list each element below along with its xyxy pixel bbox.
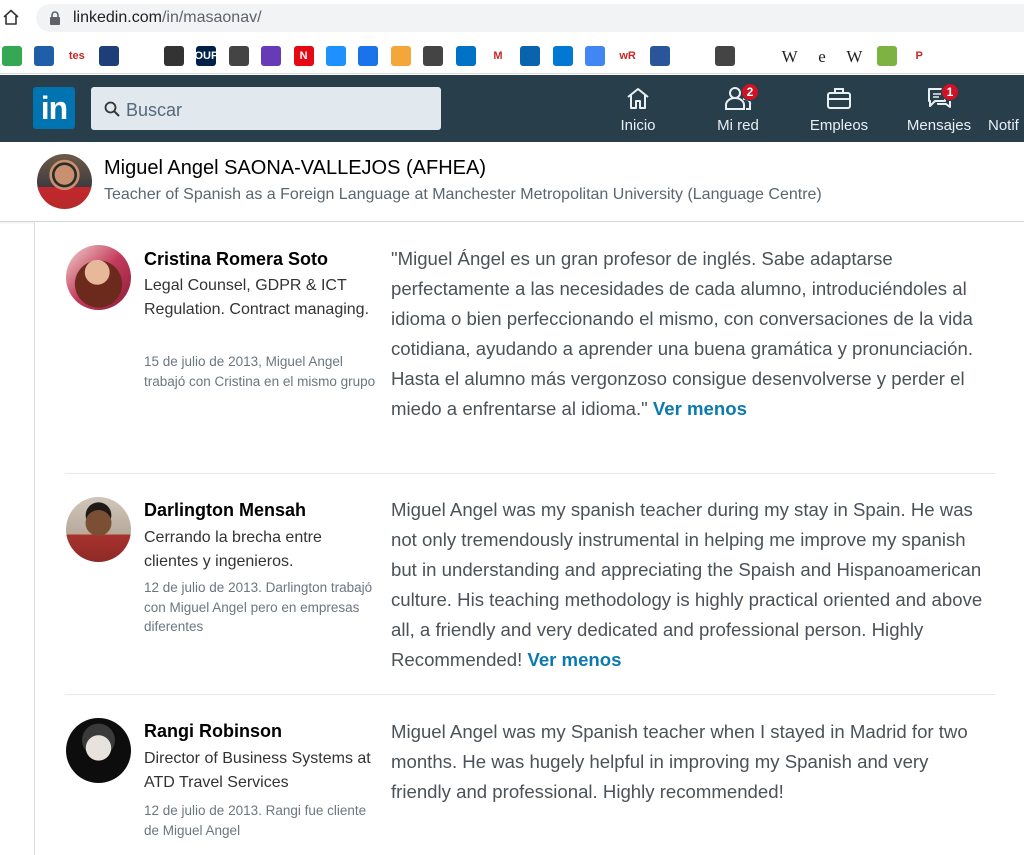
bookmark-wiki-e-icon[interactable]: e — [812, 46, 832, 66]
bookmark-netflix-icon[interactable]: N — [293, 46, 314, 66]
bookmark-outlook-3-icon[interactable] — [552, 46, 573, 66]
home-icon[interactable] — [2, 8, 20, 26]
nav-item-network[interactable]: Mi red — [708, 85, 768, 137]
bookmark-globe-2-icon[interactable] — [228, 46, 249, 66]
browser-address-bar: linkedin.com/in/masaonav/ — [0, 0, 1024, 36]
network-badge: 2 — [741, 83, 759, 101]
search-placeholder: Buscar — [126, 100, 183, 120]
recommender-headline: Legal Counsel, GDPR & ICT Regulation. Co… — [144, 277, 370, 318]
notifications-icon — [992, 85, 1020, 111]
bookmark-oup-icon[interactable]: OUP — [196, 46, 217, 66]
recommendation-text: Miguel Angel was my spanish teacher duri… — [391, 495, 991, 675]
recommendation-meta: 12 de julio de 2013. Rangi fue cliente d… — [144, 803, 367, 838]
url-path: /in/masaonav/ — [161, 9, 262, 26]
bookmark-outlook-2-icon[interactable] — [520, 46, 541, 66]
briefcase-icon — [827, 88, 851, 109]
nav-label-jobs: Empleos — [809, 117, 869, 134]
recommendation-body: Miguel Angel was my spanish teacher duri… — [391, 499, 983, 670]
nav-item-jobs[interactable]: Empleos — [808, 85, 870, 137]
bookmark-pinterest-icon[interactable]: P — [909, 46, 930, 66]
nav-label-network: Mi red — [717, 117, 759, 134]
nav-item-messages[interactable]: Mensajes — [904, 85, 974, 137]
profile-name[interactable]: Miguel Angel SAONA-VALLEJOS (AFHEA) — [104, 157, 486, 180]
recommender-name[interactable]: Rangi Robinson — [144, 721, 282, 742]
bookmark-linguee-icon[interactable] — [714, 46, 735, 66]
linkedin-logo-icon[interactable]: in — [33, 87, 75, 129]
recommendation-meta: 15 de julio de 2013, Miguel Angel trabaj… — [144, 354, 376, 389]
divider — [65, 473, 995, 474]
see-less-link[interactable]: Ver menos — [653, 398, 747, 419]
recommender-name[interactable]: Darlington Mensah — [144, 500, 306, 521]
recommendation-text: Miguel Angel was my Spanish teacher when… — [391, 717, 991, 807]
lock-icon[interactable] — [49, 11, 61, 25]
avatar[interactable] — [66, 718, 131, 783]
nav-item-home[interactable]: Inicio — [608, 85, 668, 137]
home-icon — [627, 88, 649, 109]
bookmark-dropbox-icon[interactable] — [326, 46, 346, 66]
bookmark-crest-icon[interactable] — [747, 46, 768, 66]
bookmark-dict-icon[interactable] — [34, 46, 55, 66]
recommendation-meta: 12 de julio de 2013. Darlington trabajó … — [144, 580, 373, 634]
bookmark-diamond-icon[interactable] — [358, 46, 379, 66]
avatar[interactable] — [66, 245, 131, 310]
bookmark-gmail-icon[interactable]: M — [488, 46, 508, 66]
url-text[interactable]: linkedin.com/in/masaonav/ — [73, 9, 262, 27]
recommender-headline: Director of Business Systems at ATD Trav… — [144, 750, 371, 791]
messages-badge: 1 — [941, 83, 959, 101]
bookmark-red-arrows-icon[interactable] — [131, 46, 152, 66]
search-icon — [104, 101, 120, 117]
bookmarks-bar: tes OUP N MwR We W P — [0, 38, 1024, 74]
recommendation-body: Miguel Angel was my Spanish teacher when… — [391, 721, 968, 802]
profile-avatar[interactable] — [37, 154, 92, 209]
bookmark-ball-icon[interactable] — [390, 46, 411, 66]
recommender-name[interactable]: Cristina Romera Soto — [144, 249, 328, 270]
see-less-link[interactable]: Ver menos — [527, 649, 621, 670]
bookmark-translate-icon[interactable] — [585, 46, 606, 66]
nav-item-notifications[interactable]: Notif — [988, 85, 1024, 137]
bookmark-outlook-icon[interactable] — [455, 46, 476, 66]
bookmark-wordreference-icon[interactable]: wR — [617, 46, 638, 66]
profile-sticky-header — [0, 142, 1024, 222]
recommender-headline: Cerrando la brecha entre clientes y inge… — [144, 529, 322, 570]
bookmark-globe-icon[interactable] — [164, 46, 184, 66]
bookmark-frog-icon[interactable] — [876, 46, 897, 66]
divider — [65, 694, 995, 695]
bookmark-docs-icon[interactable] — [650, 46, 670, 66]
bookmark-atom-icon[interactable] — [423, 46, 444, 66]
bookmark-brand-icon[interactable] — [682, 46, 703, 66]
bookmark-wiki-w-icon[interactable]: W — [780, 46, 800, 66]
bookmark-list-icon[interactable] — [261, 46, 282, 66]
bookmark-tes-icon[interactable]: tes — [66, 46, 87, 66]
nav-label-notifications: Notif — [988, 117, 1019, 134]
bookmark-wiki-W-icon[interactable]: W — [844, 46, 864, 66]
recommendation-body: "Miguel Ángel es un gran profesor de ing… — [391, 248, 973, 419]
nav-label-home: Inicio — [620, 117, 656, 134]
url-host: linkedin.com — [73, 9, 162, 26]
avatar[interactable] — [66, 497, 131, 562]
recommendation-text: "Miguel Ángel es un gran profesor de ing… — [391, 244, 991, 424]
bookmark-maps-icon[interactable] — [2, 46, 22, 66]
bookmark-ebook-icon[interactable] — [99, 46, 120, 66]
profile-headline: Teacher of Spanish as a Foreign Language… — [104, 186, 822, 203]
nav-label-messages: Mensajes — [906, 117, 972, 134]
